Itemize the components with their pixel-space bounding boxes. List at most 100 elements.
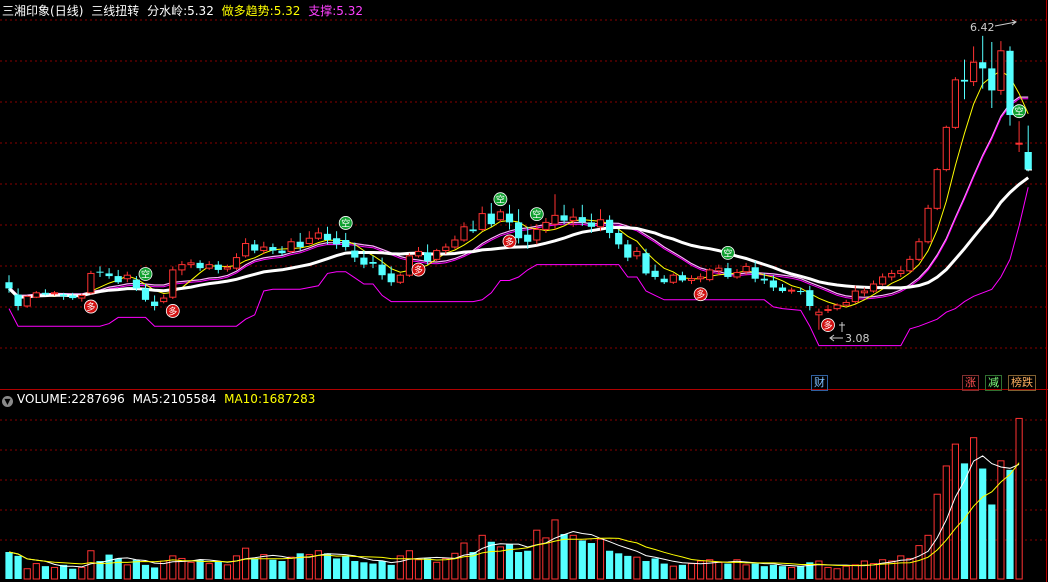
candle-body-down — [141, 288, 150, 300]
candle-body-down — [424, 252, 432, 262]
volume-label: VOLUME: — [17, 392, 72, 406]
candle-body-up — [997, 50, 1005, 91]
indicator-name[interactable]: 三线扭转 — [91, 4, 139, 18]
candle-body-down — [1024, 152, 1032, 170]
volume-bar-up — [715, 561, 723, 580]
volume-bar-down — [251, 558, 259, 579]
signal-kong-label: 空 — [141, 269, 150, 281]
candle-body-down — [760, 278, 768, 281]
volume-bar-up — [897, 555, 905, 580]
volume-bar-down — [515, 552, 523, 579]
candle-body-down — [296, 241, 304, 248]
event-cai-tag[interactable]: 财 — [811, 375, 828, 391]
candle-body-down — [323, 233, 332, 240]
volume-bar-down — [615, 553, 623, 579]
volume-bar-up — [742, 564, 750, 580]
candle-body-up — [178, 264, 186, 271]
volume-bar-up — [824, 566, 832, 580]
low-arrow-icon — [829, 334, 843, 342]
event-die-tag[interactable]: 跌 — [1022, 375, 1036, 391]
candle-body-down — [660, 278, 668, 283]
stock-name[interactable]: 三湘印象 — [2, 4, 50, 18]
candle-body-up — [906, 258, 914, 272]
candle-body-up — [851, 290, 859, 303]
candle-body-down — [560, 215, 568, 221]
candle-body-down — [642, 253, 650, 274]
candle-body-up — [433, 250, 441, 260]
candle-body-down — [41, 292, 49, 295]
candle-body-down — [360, 257, 368, 265]
volume-bar-down — [41, 566, 49, 579]
volume-bar-down — [114, 558, 122, 579]
volume-bar-up — [842, 565, 850, 580]
candle-body-down — [69, 295, 77, 299]
volume-bar-down — [105, 554, 113, 579]
candle-body-up — [569, 216, 577, 222]
volume-bar-up — [23, 568, 31, 580]
candle-body-down — [96, 271, 104, 273]
volume-bar-down — [378, 561, 386, 579]
candle-body-down — [214, 264, 222, 270]
candle-body-down — [651, 270, 659, 277]
kline-chart[interactable]: 多空多空多空多空多空多空 6.42 3.08 — [0, 0, 1048, 582]
volume-bar-down — [424, 558, 432, 579]
period-label[interactable]: (日线) — [50, 4, 83, 18]
candle-body-up — [405, 255, 413, 276]
candle-body-up — [305, 237, 313, 245]
volume-bar-up — [496, 546, 504, 580]
volume-bar-down — [5, 552, 13, 579]
candle-body-down — [269, 247, 277, 251]
volume-bar-up — [687, 563, 696, 580]
candle-body-up — [860, 290, 868, 294]
candle-body-down — [505, 213, 514, 223]
candle-body-up — [123, 274, 131, 280]
volume-header: ▼ VOLUME:2287696 MA5:2105584 MA10:1687283 — [0, 389, 319, 409]
candle-body-up — [879, 276, 887, 285]
candle-body-up — [396, 274, 404, 283]
candle-body-up — [87, 272, 95, 294]
volume-bar-up — [860, 560, 868, 580]
candle-body-up — [169, 269, 177, 298]
candle-body-up — [824, 309, 832, 312]
candle-body-up — [897, 270, 905, 274]
volume-bar-down — [196, 559, 204, 579]
volume-bar-up — [442, 557, 450, 580]
volume-bar-down — [578, 540, 586, 579]
volume-bar-down — [323, 553, 332, 579]
volume-bar-up — [205, 563, 213, 580]
signal-duo-label: 多 — [168, 305, 177, 317]
high-arrow-icon — [994, 19, 1017, 27]
candle-body-up — [706, 269, 714, 281]
candle-body-down — [369, 262, 377, 264]
volume-bar-down — [151, 567, 159, 579]
volume-bar-down — [333, 558, 341, 579]
signal-duo-label: 多 — [823, 320, 832, 332]
volume-bar-up — [187, 561, 195, 580]
signal-duo-label: 多 — [414, 264, 423, 276]
event-jian-tag[interactable]: 减 — [985, 375, 1002, 391]
volume-bar-up — [223, 564, 232, 580]
candle-body-up — [78, 294, 86, 299]
high-price-label: 6.42 — [970, 21, 995, 34]
volume-panel[interactable] — [5, 417, 1023, 580]
signal-kong-label: 空 — [1015, 106, 1024, 118]
volume-bar-down — [524, 550, 532, 579]
price-panel[interactable]: 多空多空多空多空多空多空 — [5, 35, 1032, 347]
volume-bar-down — [14, 555, 22, 579]
candle-body-down — [587, 222, 595, 227]
candle-body-up — [187, 262, 195, 266]
event-zhang-tag[interactable]: 涨 — [962, 375, 979, 391]
volume-bar-down — [988, 504, 996, 579]
candle-body-up — [451, 239, 459, 248]
volume-bar-up — [169, 555, 177, 580]
volume-bar-up — [460, 542, 468, 580]
candle-body-down — [624, 244, 632, 258]
candle-body-up — [32, 292, 40, 298]
chevron-down-icon[interactable]: ▼ — [2, 396, 13, 407]
candle-body-up — [287, 241, 295, 252]
volume-bar-up — [396, 555, 404, 580]
event-bang-tag[interactable]: 榜 — [1008, 375, 1022, 391]
candle-body-up — [697, 276, 705, 280]
magenta-ma-line — [8, 98, 1029, 300]
volume-bar-down — [660, 563, 668, 579]
